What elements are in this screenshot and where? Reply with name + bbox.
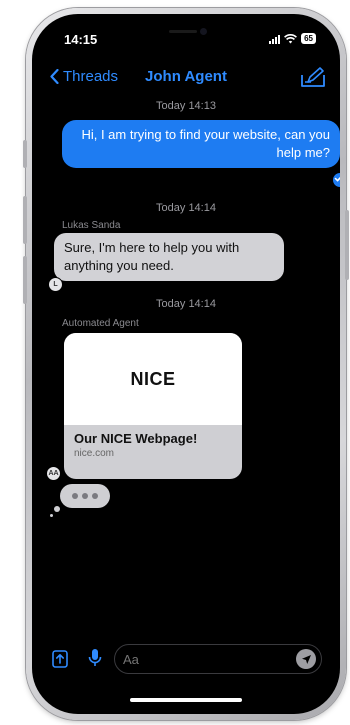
timestamp: Today 14:13 [156, 100, 216, 112]
link-preview-domain: nice.com [74, 448, 115, 459]
link-preview-image: NICE [64, 333, 242, 425]
attach-button[interactable] [52, 650, 68, 673]
nice-logo: NICE [130, 368, 176, 389]
avatar: L [48, 277, 63, 292]
signal-icon [269, 34, 281, 44]
volume-down-button [23, 256, 27, 304]
nav-bar: Threads John Agent [32, 66, 340, 90]
typing-tail [50, 514, 53, 517]
delivered-check-icon [332, 172, 340, 188]
wifi-icon [284, 33, 298, 43]
typing-indicator [60, 484, 110, 508]
volume-up-button [23, 196, 27, 244]
avatar: AA [46, 466, 61, 481]
microphone-icon [88, 649, 102, 666]
silent-switch [23, 140, 27, 168]
message-input[interactable] [114, 644, 322, 674]
battery-icon: 65 [301, 33, 316, 44]
send-button[interactable] [296, 649, 316, 669]
sender-name: Lukas Sanda [62, 220, 121, 231]
upload-icon [52, 650, 68, 668]
outgoing-message[interactable]: Hi, I am trying to find your website, ca… [62, 120, 340, 168]
link-preview-card[interactable]: NICE Our NICE Webpage! nice.com [64, 333, 242, 479]
status-time: 14:15 [64, 32, 98, 47]
composer-bar [32, 642, 340, 678]
microphone-button[interactable] [88, 648, 102, 673]
incoming-message[interactable]: Sure, I'm here to help you with anything… [54, 233, 284, 281]
timestamp: Today 14:14 [156, 298, 216, 310]
sender-name: Automated Agent [62, 318, 139, 329]
link-preview-title: Our NICE Webpage! [74, 431, 198, 446]
conversation-title: John Agent [145, 68, 227, 85]
screen: 14:15 65 Threads John Agent Today 14:13 … [32, 14, 340, 714]
status-bar: 14:15 65 [32, 32, 340, 52]
typing-tail [54, 506, 60, 512]
home-indicator[interactable] [130, 698, 242, 702]
compose-button[interactable] [300, 66, 326, 93]
compose-icon [301, 67, 325, 87]
timestamp: Today 14:14 [156, 202, 216, 214]
power-button [345, 210, 349, 280]
status-icons: 65 [269, 33, 316, 44]
send-arrow-icon [301, 654, 311, 664]
